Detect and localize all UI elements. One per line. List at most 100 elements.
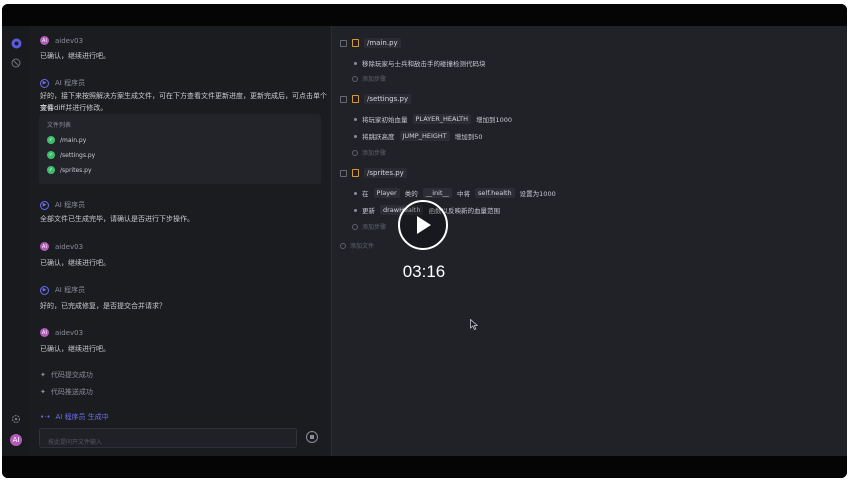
- chat-panel: AI aidev03 已确认，继续进行吧。 ▶ AI 程序员 好的，接下来按照解…: [30, 26, 330, 456]
- loading-dots-icon: •·•: [40, 413, 51, 421]
- user-name: aidev03: [55, 242, 84, 251]
- file-checkbox[interactable]: [340, 95, 347, 103]
- file-list-item[interactable]: ✓ /sprites.py: [47, 166, 92, 174]
- plus-circle-icon: [352, 75, 358, 82]
- plan-file-row[interactable]: /settings.py: [340, 94, 412, 104]
- step-code: PLAYER_HEALTH: [412, 114, 472, 124]
- plan-step[interactable]: 将跳跃高度 JUMP_HEIGHT 增加到50: [354, 131, 483, 141]
- ai-assistant-icon: ▶: [40, 78, 49, 88]
- left-rail: AI: [2, 26, 30, 456]
- user-avatar-small: AI: [40, 242, 49, 251]
- add-step-label: 添加步骤: [362, 150, 387, 157]
- plus-circle-icon: [352, 223, 358, 230]
- step-text: 设置为1000: [519, 190, 556, 198]
- step-text: 在: [362, 190, 369, 198]
- plan-file-path: /settings.py: [364, 94, 412, 104]
- file-list-item[interactable]: ✓ /main.py: [47, 136, 86, 144]
- user-message-header: AI aidev03: [40, 36, 83, 45]
- file-list-card: 文件列表 ✓ /main.py ✓ /settings.py ✓ /sprite…: [39, 114, 321, 184]
- settings-gear-icon[interactable]: [9, 412, 23, 426]
- check-icon: ✓: [47, 151, 55, 159]
- plan-step[interactable]: 将玩家初始血量 PLAYER_HEALTH 增加到1000: [354, 114, 512, 124]
- step-text: 增加到50: [454, 133, 483, 141]
- user-name: aidev03: [55, 36, 84, 45]
- step-text: 更新: [362, 207, 375, 215]
- system-event-text: 代码提交成功: [50, 371, 93, 379]
- bullet-icon: [354, 208, 357, 212]
- step-text: 移除玩家与士兵和敌击手的碰撞检测代码块: [362, 60, 486, 68]
- file-name: /main.py: [60, 136, 87, 144]
- user-message-header: AI aidev03: [40, 242, 83, 251]
- system-event: ✦ 代码提交成功: [40, 370, 93, 380]
- video-duration: 03:16: [402, 262, 446, 281]
- file-checkbox[interactable]: [340, 39, 347, 47]
- add-step-button[interactable]: 添加步骤: [352, 222, 386, 231]
- chat-input-box[interactable]: [39, 428, 297, 452]
- step-code: JUMP_HEIGHT: [399, 131, 450, 141]
- plus-circle-icon: [340, 242, 346, 249]
- plan-file-row[interactable]: /main.py: [340, 38, 401, 48]
- play-button[interactable]: [398, 200, 448, 250]
- generating-status: •·• AI 程序员 生成中: [40, 412, 109, 422]
- user-avatar[interactable]: AI: [10, 434, 22, 446]
- add-step-button[interactable]: 添加步骤: [352, 148, 386, 157]
- plan-file-row[interactable]: /sprites.py: [340, 168, 407, 178]
- user-avatar-initials: AI: [12, 436, 20, 444]
- chat-message: 已确认，继续进行吧。: [40, 345, 110, 353]
- bullet-icon: [354, 61, 357, 65]
- add-step-label: 添加步骤: [362, 224, 387, 231]
- plan-step[interactable]: 移除玩家与士兵和敌击手的碰撞检测代码块: [354, 58, 486, 68]
- user-avatar-initials: AI: [42, 329, 47, 336]
- step-text: 中将: [457, 190, 471, 198]
- chat-message: 好的，已完成修复，是否提交合并请求？: [40, 302, 166, 310]
- system-event-text: 代码推送成功: [50, 388, 93, 396]
- bottom-bar: [2, 456, 847, 478]
- file-icon: [352, 169, 359, 177]
- bullet-icon: [354, 134, 357, 138]
- sparkle-icon: ✦: [40, 371, 46, 379]
- ai-logo-icon[interactable]: [9, 36, 23, 50]
- user-avatar-small: AI: [40, 36, 49, 45]
- stop-icon: [310, 435, 314, 439]
- step-text: 类的: [404, 190, 418, 198]
- user-avatar-initials: AI: [42, 37, 47, 44]
- chat-message: 已确认，继续进行吧。: [40, 52, 110, 60]
- check-icon: ✓: [47, 136, 55, 144]
- add-file-label: 添加文件: [350, 243, 375, 250]
- user-name: aidev03: [55, 328, 84, 337]
- play-icon: [417, 216, 431, 234]
- stop-generation-button[interactable]: [306, 431, 318, 443]
- mouse-cursor-icon: [470, 315, 479, 334]
- check-icon: ✓: [47, 166, 55, 174]
- add-file-button[interactable]: 添加文件: [340, 241, 374, 250]
- chat-message: 查看diff并进行修改。: [40, 104, 108, 112]
- user-avatar-initials: AI: [42, 243, 47, 250]
- ai-assistant-icon: ▶: [40, 200, 49, 210]
- step-code: Player: [373, 188, 400, 198]
- chat-input[interactable]: [40, 433, 296, 452]
- ai-message-header: ▶ AI 程序员: [40, 78, 85, 88]
- ai-name: AI 程序员: [55, 286, 86, 294]
- generating-text: AI 程序员 生成中: [55, 413, 109, 421]
- ai-message-header: ▶ AI 程序员: [40, 285, 85, 295]
- ai-name: AI 程序员: [55, 201, 86, 209]
- step-code: __init__: [422, 188, 453, 198]
- step-text: 将跳跃高度: [362, 133, 395, 141]
- step-code: self.health: [475, 188, 515, 198]
- file-checkbox[interactable]: [340, 169, 347, 177]
- chat-message: 全部文件已生成完毕，请确认是否进行下步操作。: [40, 215, 194, 223]
- file-icon: [352, 95, 359, 103]
- plan-step[interactable]: 在 Player 类的 __init__ 中将 self.health 设置为1…: [354, 188, 556, 198]
- user-message-header: AI aidev03: [40, 328, 83, 337]
- file-list-item[interactable]: ✓ /settings.py: [47, 151, 95, 159]
- file-list-title: 文件列表: [47, 122, 72, 129]
- history-icon[interactable]: [9, 56, 23, 70]
- system-event: ✦ 代码推送成功: [40, 387, 93, 397]
- bullet-icon: [354, 191, 357, 195]
- plus-circle-icon: [352, 149, 358, 156]
- add-step-button[interactable]: 添加步骤: [352, 74, 386, 83]
- sparkle-icon: ✦: [40, 388, 46, 396]
- ai-name: AI 程序员: [55, 79, 86, 87]
- bullet-icon: [354, 117, 357, 121]
- step-text: 增加到1000: [476, 116, 513, 124]
